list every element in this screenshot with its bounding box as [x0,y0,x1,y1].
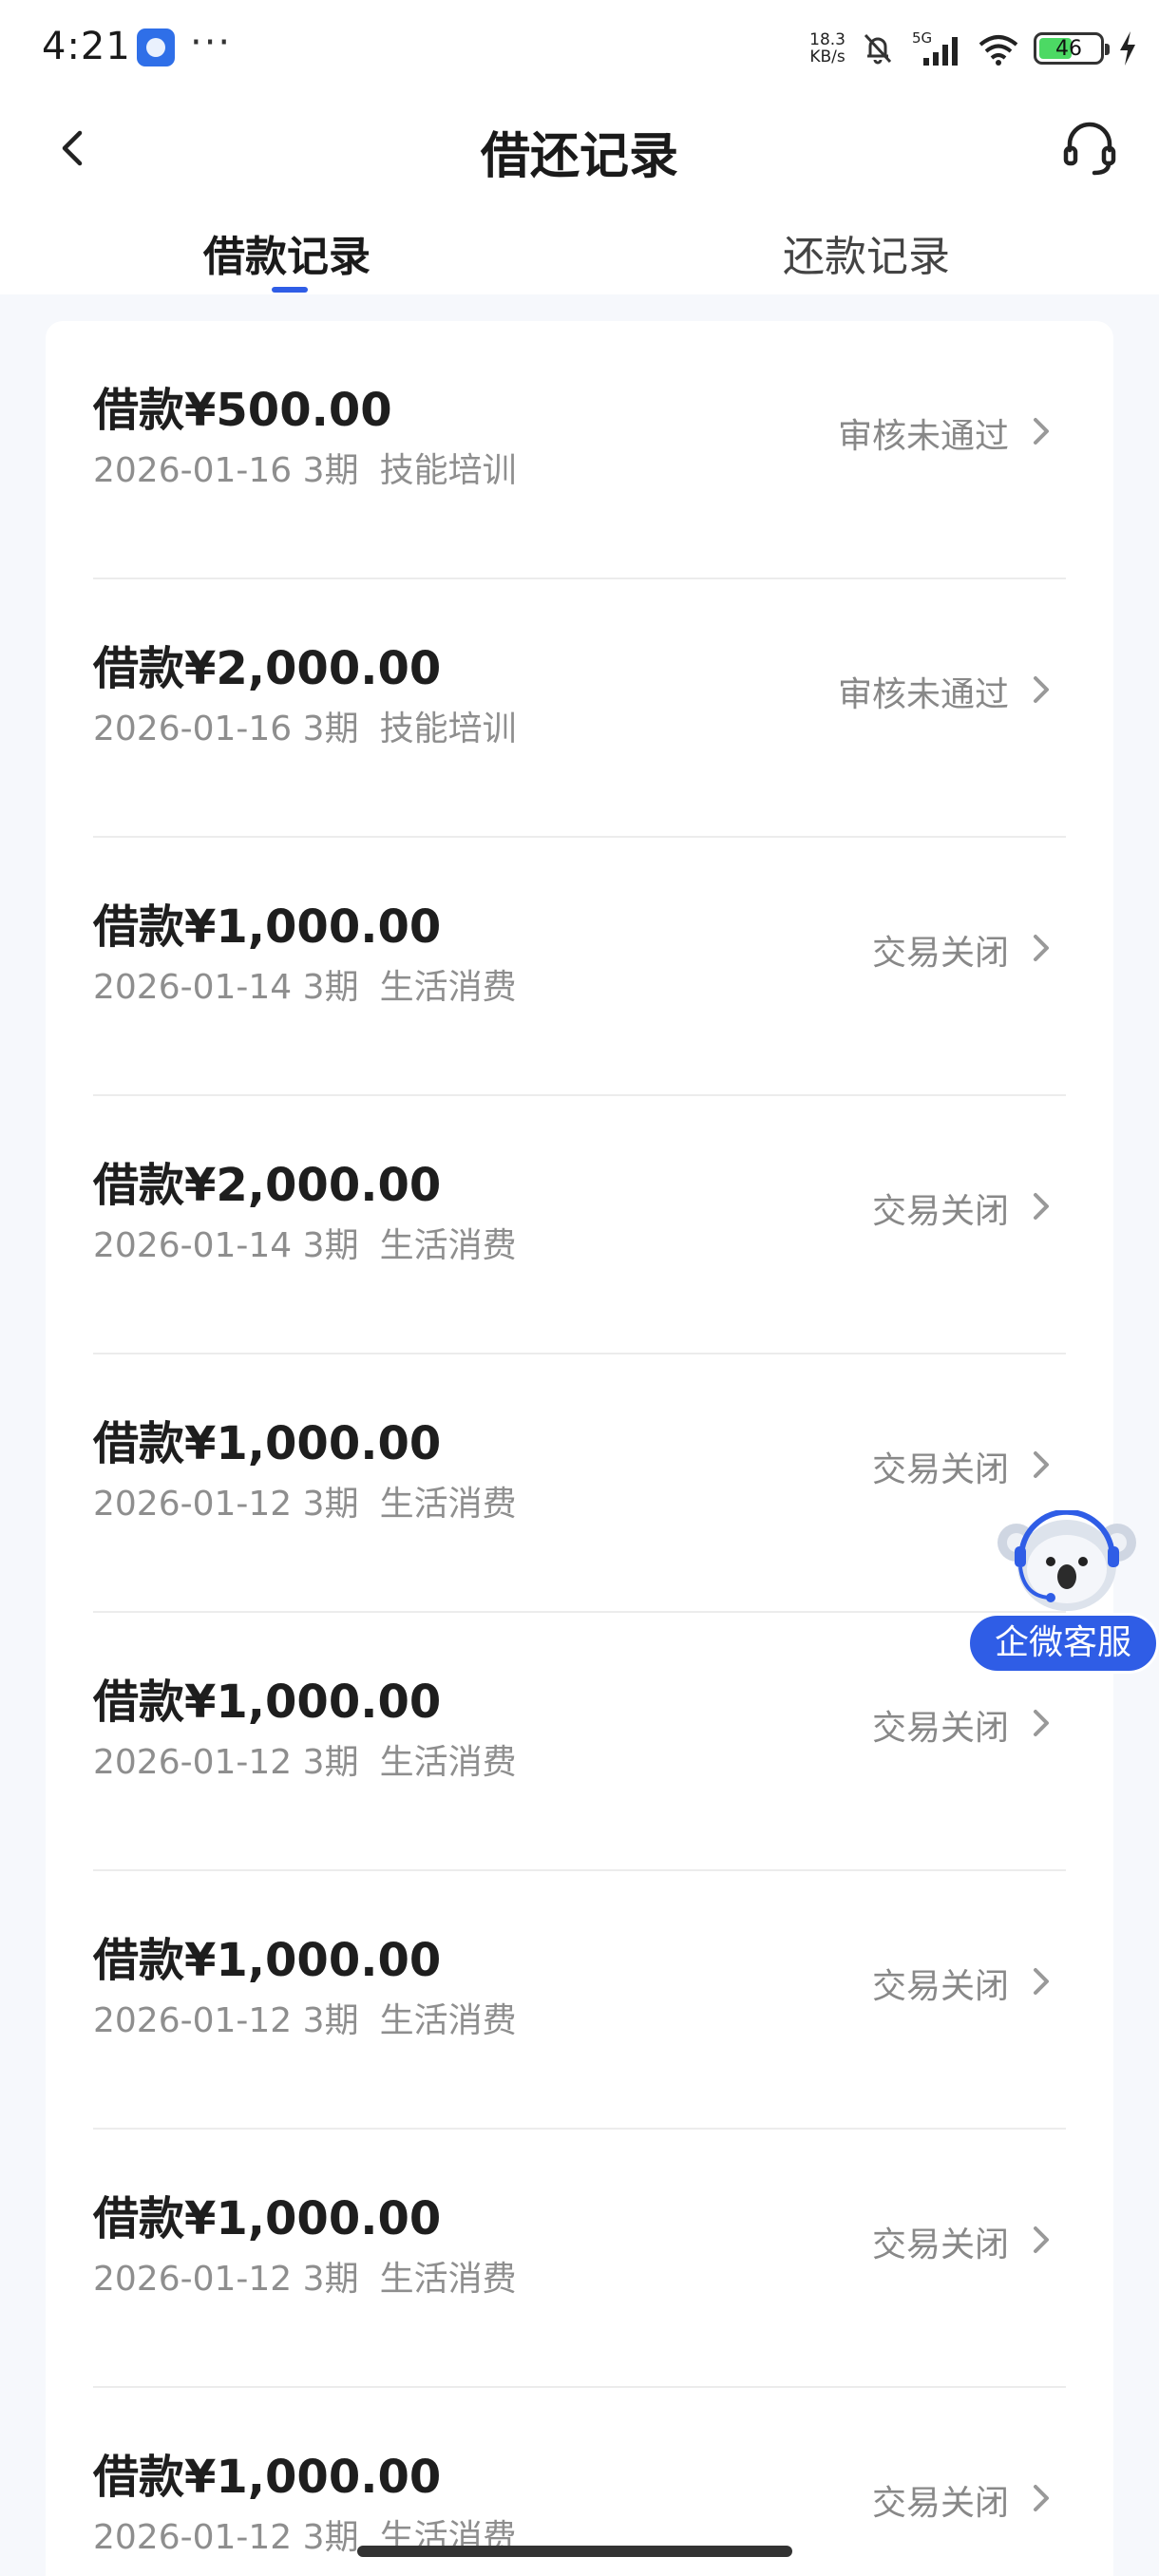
wecom-service-float-button[interactable]: 企微客服 [967,1510,1159,1674]
chevron-right-icon [1034,676,1049,703]
nav-bar: 借还记录 [0,95,1159,199]
loan-status: 交易关闭 [871,934,1009,973]
chevron-right-icon [1034,1968,1049,1995]
tab-repayment-records[interactable]: 还款记录 [783,222,950,283]
loan-record-list: 借款¥500.00 2026-01-16 3期 技能培训 审核未通过 借款¥2,0… [46,321,1113,2576]
loan-amount: 借款¥1,000.00 [93,1934,442,1987]
status-right-group: 18.3 KB/s 5G 46 [809,27,1138,70]
loan-record-item[interactable]: 借款¥2,000.00 2026-01-16 3期 技能培训 审核未通过 [46,579,1113,838]
loan-meta: 2026-01-14 3期 生活消费 [93,1218,517,1267]
loan-amount: 借款¥2,000.00 [93,642,442,695]
loan-status: 审核未通过 [837,675,1009,714]
loan-meta: 2026-01-14 3期 生活消费 [93,959,517,1009]
loan-records-screen: 4:21 ··· 18.3 KB/s 5G 46 借还记录 借款记录 还款记录 … [0,0,1159,2576]
loan-record-item[interactable]: 借款¥1,000.00 2026-01-12 3期 生活消费 交易关闭 [46,1354,1113,1613]
bell-muted-icon [859,29,897,67]
loan-status: 交易关闭 [871,1192,1009,1231]
loan-purpose: 技能培训 [379,710,517,748]
battery-icon: 46 [1034,32,1110,65]
loan-record-item[interactable]: 借款¥1,000.00 2026-01-12 3期 生活消费 交易关闭 [46,2130,1113,2388]
loan-amount: 借款¥1,000.00 [93,2451,442,2504]
headset-icon [1063,122,1116,176]
network-speed-unit: KB/s [809,47,846,66]
loan-date-term: 2026-01-14 3期 [93,1226,359,1265]
loan-amount: 借款¥2,000.00 [93,1159,442,1212]
loan-meta: 2026-01-12 3期 生活消费 [93,1476,517,1525]
loan-record-item[interactable]: 借款¥1,000.00 2026-01-12 3期 生活消费 交易关闭 [46,1613,1113,1871]
loan-status: 交易关闭 [871,2484,1009,2523]
network-speed: 18.3 KB/s [809,31,846,66]
tab-loan-records[interactable]: 借款记录 [203,222,370,283]
loan-purpose: 技能培训 [379,451,517,490]
loan-status: 交易关闭 [871,1450,1009,1489]
more-notifications-icon: ··· [190,21,233,65]
chevron-right-icon [1034,1710,1049,1736]
loan-meta: 2026-01-12 3期 生活消费 [93,1734,517,1784]
loan-purpose: 生活消费 [379,1743,517,1782]
active-tab-indicator [272,287,308,293]
chevron-right-icon [1034,2226,1049,2253]
loan-record-item[interactable]: 借款¥1,000.00 2026-01-12 3期 生活消费 交易关闭 [46,1871,1113,2130]
home-indicator[interactable] [357,2546,792,2557]
chevron-right-icon [1034,418,1049,445]
loan-status: 审核未通过 [837,417,1009,456]
charging-icon [1117,29,1138,67]
loan-status: 交易关闭 [871,1967,1009,2006]
battery-level: 46 [1055,37,1082,61]
loan-date-term: 2026-01-12 3期 [93,1485,359,1524]
loan-date-term: 2026-01-14 3期 [93,968,359,1007]
app-icon [137,28,175,66]
koala-mascot-icon [998,1510,1136,1611]
loan-record-item[interactable]: 借款¥1,000.00 2026-01-14 3期 生活消费 交易关闭 [46,838,1113,1096]
chevron-right-icon [1034,1193,1049,1220]
loan-date-term: 2026-01-12 3期 [93,2518,359,2557]
loan-amount: 借款¥500.00 [93,384,392,437]
network-type-label: 5G [912,29,932,47]
page-title: 借还记录 [480,128,678,185]
loan-date-term: 2026-01-16 3期 [93,451,359,490]
loan-meta: 2026-01-16 3期 技能培训 [93,443,517,492]
loan-purpose: 生活消费 [379,1485,517,1524]
loan-amount: 借款¥1,000.00 [93,2192,442,2245]
chevron-right-icon [1034,935,1049,961]
customer-service-button[interactable] [1056,114,1123,180]
loan-purpose: 生活消费 [379,2260,517,2299]
loan-record-item[interactable]: 借款¥500.00 2026-01-16 3期 技能培训 审核未通过 [46,321,1113,579]
network-speed-value: 18.3 [809,30,846,49]
loan-amount: 借款¥1,000.00 [93,1417,442,1470]
loan-date-term: 2026-01-16 3期 [93,710,359,748]
loan-purpose: 生活消费 [379,1226,517,1265]
signal-icon: 5G [910,29,963,67]
loan-meta: 2026-01-16 3期 技能培训 [93,701,517,750]
wecom-service-label: 企微客服 [967,1613,1159,1674]
loan-amount: 借款¥1,000.00 [93,1676,442,1729]
loan-date-term: 2026-01-12 3期 [93,1743,359,1782]
loan-date-term: 2026-01-12 3期 [93,2260,359,2299]
loan-amount: 借款¥1,000.00 [93,900,442,954]
loan-meta: 2026-01-12 3期 生活消费 [93,1993,517,2042]
loan-record-item[interactable]: 借款¥2,000.00 2026-01-14 3期 生活消费 交易关闭 [46,1096,1113,1354]
chevron-right-icon [1034,2485,1049,2511]
loan-meta: 2026-01-12 3期 生活消费 [93,2251,517,2301]
chevron-right-icon [1034,1451,1049,1478]
status-time: 4:21 [42,25,131,68]
loan-purpose: 生活消费 [379,968,517,1007]
loan-status: 交易关闭 [871,1709,1009,1748]
wifi-icon [977,29,1020,67]
record-tabs: 借款记录 还款记录 [0,199,1159,294]
loan-date-term: 2026-01-12 3期 [93,2001,359,2040]
status-bar: 4:21 ··· 18.3 KB/s 5G 46 [0,0,1159,95]
loan-status: 交易关闭 [871,2226,1009,2264]
loan-purpose: 生活消费 [379,2001,517,2040]
